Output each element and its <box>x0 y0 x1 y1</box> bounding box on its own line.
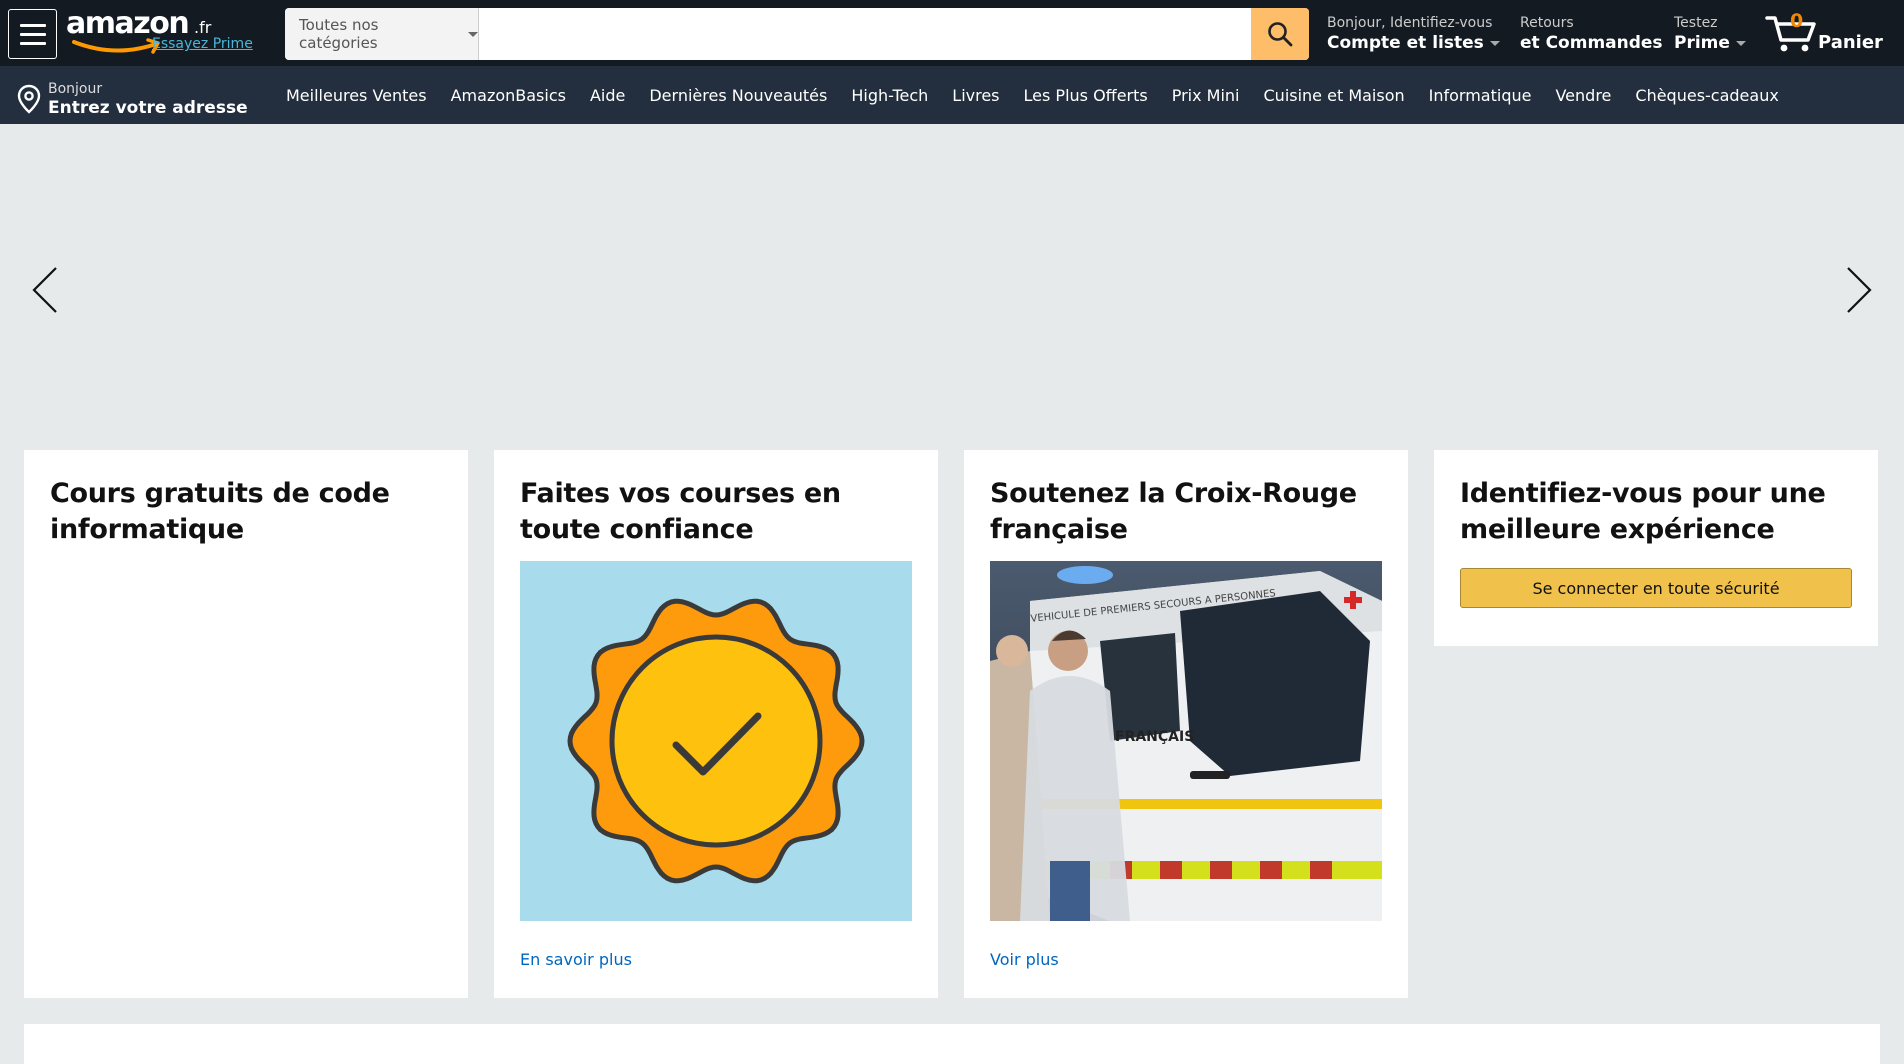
nav-link-les-plus-offerts[interactable]: Les Plus Offerts <box>1012 86 1160 105</box>
prime-line2: Prime <box>1674 32 1746 54</box>
address-greeting: Bonjour <box>48 81 103 97</box>
card-title: Faites vos courses en toute confiance <box>520 478 841 545</box>
secure-sign-in-button[interactable]: Se connecter en toute sécurité <box>1460 568 1852 608</box>
card-title: Cours gratuits de code informatique <box>50 478 390 545</box>
chevron-down-icon <box>1735 40 1746 46</box>
ambulance-photo[interactable]: VEHICULE DE PREMIERS SECOURS A PERSONNES… <box>990 561 1382 921</box>
nav-link-high-tech[interactable]: High-Tech <box>839 86 940 105</box>
delivery-address[interactable]: Bonjour Entrez votre adresse <box>16 80 248 118</box>
account-greeting: Bonjour, Identifiez-vous <box>1327 15 1493 31</box>
cart-label: Panier <box>1818 32 1883 53</box>
chevron-down-icon <box>468 31 478 37</box>
nav-link-prix-mini[interactable]: Prix Mini <box>1160 86 1252 105</box>
nav-link-aide[interactable]: Aide <box>578 86 637 105</box>
account-menu[interactable]: Bonjour, Identifiez-vous Compte et liste… <box>1327 14 1500 54</box>
logo-tld: .fr <box>194 18 212 37</box>
cart-count: 0 <box>1790 10 1804 32</box>
prime-menu[interactable]: Testez Prime <box>1674 14 1746 54</box>
chevron-left-icon[interactable] <box>26 260 66 320</box>
chevron-down-icon <box>1489 40 1500 46</box>
search-category-label: Toutes nos catégories <box>299 16 379 52</box>
header-bar: amazon .fr Essayez Prime Toutes nos caté… <box>0 0 1904 66</box>
prime-line1: Testez <box>1674 15 1718 31</box>
orders-line1: Retours <box>1520 15 1574 31</box>
nav-link-meilleures-ventes[interactable]: Meilleures Ventes <box>274 86 439 105</box>
card-title: Identifiez-vous pour une meilleure expér… <box>1460 478 1826 545</box>
account-lists-label: Compte et listes <box>1327 32 1500 54</box>
nav-link-cheques-cadeaux[interactable]: Chèques-cadeaux <box>1623 86 1790 105</box>
address-prompt: Entrez votre adresse <box>48 98 248 118</box>
card-red-cross: Soutenez la Croix-Rouge française VEHICU… <box>964 450 1408 998</box>
cart-button[interactable]: 0 Panier <box>1764 8 1894 58</box>
nav-link-dernieres-nouveautes[interactable]: Dernières Nouveautés <box>637 86 839 105</box>
search-button[interactable] <box>1251 8 1309 60</box>
search-category-dropdown[interactable]: Toutes nos catégories <box>285 8 479 60</box>
see-more-link[interactable]: Voir plus <box>990 950 1059 969</box>
search-input[interactable] <box>479 8 1251 60</box>
nav-link-informatique[interactable]: Informatique <box>1417 86 1544 105</box>
orders-line2: et Commandes <box>1520 33 1663 53</box>
trust-badge-icon <box>567 598 865 884</box>
hamburger-menu-icon[interactable] <box>8 9 57 59</box>
hero-carousel <box>0 124 1904 450</box>
trust-badge-image[interactable] <box>520 561 912 921</box>
sub-nav-bar: Bonjour Entrez votre adresse Meilleures … <box>0 66 1904 124</box>
card-title: Soutenez la Croix-Rouge française <box>990 478 1357 545</box>
sub-nav-links: Meilleures Ventes AmazonBasics Aide Dern… <box>274 66 1791 124</box>
search-icon <box>1268 22 1293 47</box>
nav-link-vendre[interactable]: Vendre <box>1543 86 1623 105</box>
card-shop-with-confidence: Faites vos courses en toute confiance En… <box>494 450 938 998</box>
nav-link-cuisine-maison[interactable]: Cuisine et Maison <box>1252 86 1417 105</box>
try-prime-link[interactable]: Essayez Prime <box>152 36 253 52</box>
search-bar: Toutes nos catégories <box>285 8 1309 60</box>
amazon-logo[interactable]: amazon .fr Essayez Prime <box>66 6 256 58</box>
orders-link[interactable]: Retours et Commandes <box>1520 14 1663 54</box>
chevron-right-icon[interactable] <box>1838 260 1878 320</box>
nav-link-amazonbasics[interactable]: AmazonBasics <box>439 86 578 105</box>
learn-more-link[interactable]: En savoir plus <box>520 950 632 969</box>
nav-link-livres[interactable]: Livres <box>940 86 1011 105</box>
ambulance-side-text: FRANÇAIS <box>1115 729 1195 745</box>
card-sign-in: Identifiez-vous pour une meilleure expér… <box>1434 450 1878 646</box>
next-row-card-strip <box>24 1024 1880 1064</box>
location-pin-icon <box>17 84 41 114</box>
card-free-coding-courses: Cours gratuits de code informatique <box>24 450 468 998</box>
